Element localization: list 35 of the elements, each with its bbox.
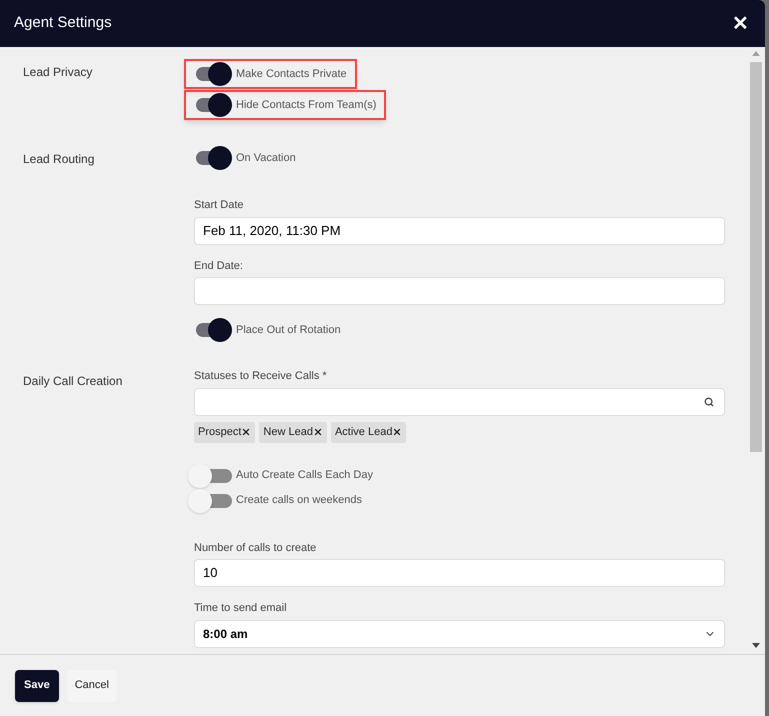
- tag-label: New Lead: [263, 424, 313, 440]
- toggle-label: On Vacation: [236, 150, 296, 166]
- section-label: Daily Call Creation: [23, 373, 124, 390]
- section-label: Lead Privacy: [23, 64, 94, 81]
- toggle-switch[interactable]: [188, 488, 234, 512]
- section-label: Lead Routing: [23, 151, 96, 168]
- field-label: End Date:: [194, 258, 244, 274]
- tag-label: Active Lead: [334, 424, 392, 440]
- field-value: 10: [203, 564, 218, 582]
- toggle-label: Auto Create Calls Each Day: [236, 468, 373, 484]
- field-value: 8:00 am: [203, 626, 248, 642]
- field-label: Start Date: [194, 198, 245, 213]
- search-field[interactable]: [194, 388, 725, 416]
- toggle-label: Create calls on weekends: [236, 493, 362, 508]
- toggle-label: Place Out of Rotation: [236, 322, 341, 338]
- field-label: Number of calls to create: [194, 540, 318, 556]
- select-field[interactable]: 8:00 am: [194, 620, 725, 648]
- search-icon: [704, 396, 714, 406]
- input-field[interactable]: [194, 277, 725, 305]
- toggle-label: Make Contacts Private: [236, 66, 347, 82]
- toggle-switch[interactable]: [188, 464, 234, 488]
- remove-icon[interactable]: [241, 427, 252, 437]
- field-value: Feb 11, 2020, 11:30 PM: [203, 222, 341, 240]
- tag-label: Prospect: [198, 424, 242, 440]
- field-label: Time to send email: [194, 601, 288, 616]
- input-field[interactable]: Feb 11, 2020, 11:30 PM: [194, 216, 725, 244]
- input-field[interactable]: 10: [194, 559, 725, 587]
- save-button[interactable]: Save: [15, 670, 59, 702]
- remove-icon[interactable]: [312, 427, 323, 437]
- toggle-label: Hide Contacts From Team(s): [236, 98, 376, 113]
- close-button[interactable]: ✕: [732, 8, 749, 38]
- cancel-button[interactable]: Cancel: [66, 670, 117, 702]
- window-title: Agent Settings: [14, 13, 112, 34]
- field-label: Statuses to Receive Calls *: [194, 369, 328, 384]
- remove-icon[interactable]: [392, 427, 402, 437]
